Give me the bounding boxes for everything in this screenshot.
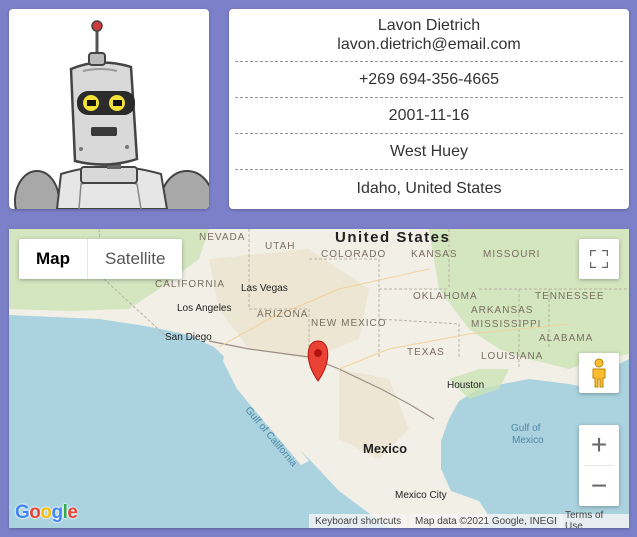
map-data-attribution: Map data ©2021 Google, INEGI xyxy=(409,514,563,528)
birthdate-row: 2001-11-16 xyxy=(235,98,623,134)
profile-location: Idaho, United States xyxy=(356,179,502,197)
label-california: CALIFORNIA xyxy=(155,279,226,290)
profile-phone: +269 694-356-4665 xyxy=(358,71,500,88)
name-email-row: Lavon Dietrich lavon.dietrich@email.com xyxy=(235,9,623,62)
label-mexico: Mexico xyxy=(363,441,408,456)
pegman-icon xyxy=(592,358,606,388)
label-colorado: COLORADO xyxy=(321,249,387,260)
google-logo[interactable]: Google xyxy=(15,502,78,524)
profile-email: lavon.dietrich@email.com xyxy=(337,36,521,53)
map-type-map-button[interactable]: Map xyxy=(19,239,87,279)
terms-of-use-link[interactable]: Terms of Use xyxy=(559,510,629,528)
map-type-satellite-button[interactable]: Satellite xyxy=(87,239,182,279)
label-mexico-city: Mexico City xyxy=(395,490,447,501)
label-arizona: ARIZONA xyxy=(257,309,309,320)
location-row: Idaho, United States xyxy=(235,170,623,206)
zoom-control: + − xyxy=(579,425,619,506)
avatar-card xyxy=(9,9,209,209)
city-row: West Huey xyxy=(235,134,623,170)
label-alabama: ALABAMA xyxy=(539,333,594,344)
profile-city: West Huey xyxy=(390,143,468,160)
label-mississippi: MISSISSIPPI xyxy=(471,319,542,330)
label-utah: UTAH xyxy=(265,241,296,252)
label-united-states: United States xyxy=(335,229,451,246)
label-gulf-of-mexico-1: Gulf of xyxy=(511,423,541,434)
label-texas: TEXAS xyxy=(407,347,445,358)
label-new-mexico: NEW MEXICO xyxy=(311,318,387,329)
keyboard-shortcuts-link[interactable]: Keyboard shortcuts xyxy=(309,514,408,528)
zoom-out-button[interactable]: − xyxy=(579,466,619,506)
label-missouri: MISSOURI xyxy=(483,249,541,260)
label-louisiana: LOUISIANA xyxy=(481,351,544,362)
label-san-diego: San Diego xyxy=(165,332,212,343)
label-las-vegas: Las Vegas xyxy=(241,283,288,294)
label-kansas: KANSAS xyxy=(411,249,458,260)
profile-birthdate: 2001-11-16 xyxy=(388,107,470,124)
label-nevada: NEVADA xyxy=(199,232,246,243)
street-view-button[interactable] xyxy=(579,353,619,393)
label-gulf-of-mexico-2: Mexico xyxy=(512,435,544,446)
label-oklahoma: OKLAHOMA xyxy=(413,291,478,302)
map-type-control: Map Satellite xyxy=(19,239,183,279)
label-tennessee: TENNESSEE xyxy=(535,291,605,302)
fullscreen-button[interactable] xyxy=(579,239,619,279)
profile-info-card: Lavon Dietrich lavon.dietrich@email.com … xyxy=(229,9,629,209)
label-los-angeles: Los Angeles xyxy=(177,303,232,314)
phone-row: +269 694-356-4665 xyxy=(235,62,623,98)
label-houston: Houston xyxy=(447,380,485,391)
robot-avatar xyxy=(14,20,209,209)
profile-name: Lavon Dietrich xyxy=(377,17,481,34)
fullscreen-icon xyxy=(590,250,608,268)
label-arkansas: ARKANSAS xyxy=(471,305,534,316)
zoom-in-button[interactable]: + xyxy=(579,425,619,465)
map-view[interactable]: United States NEVADA UTAH COLORADO KANSA… xyxy=(9,229,629,528)
